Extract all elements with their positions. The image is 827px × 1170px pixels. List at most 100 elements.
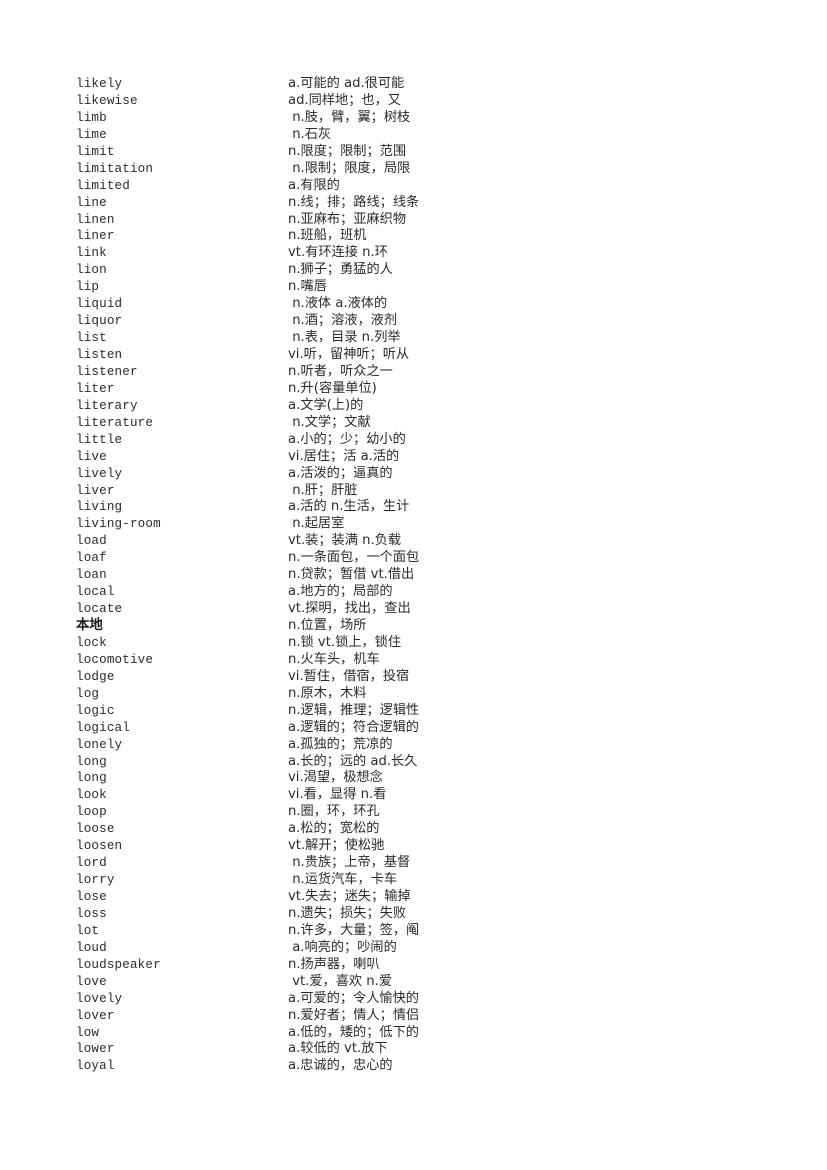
entry-term: lime [76, 127, 107, 142]
entry-term: loan [76, 568, 107, 583]
entry-term: loop [76, 805, 107, 820]
entry-term: lord [76, 856, 107, 871]
entry-term: log [76, 686, 100, 701]
entry-definition: a.忠诚的，忠心的 [288, 1058, 393, 1074]
entry-term: link [76, 246, 107, 261]
entry-definition: n.限制；限度，局限 [288, 160, 411, 176]
vocabulary-row: load vt.装；装满 n.负载 [76, 533, 766, 550]
entry-definition: vi.听，留神听；听从 [288, 347, 410, 362]
vocabulary-row: long a.长的；远的 ad.长久 [76, 754, 766, 771]
entry-definition: n.位置，场所 [288, 618, 367, 633]
entry-definition: n.起居室 [288, 516, 345, 532]
vocabulary-row: log n.原木，木料 [76, 686, 766, 703]
entry-definition: n.班船，班机 [288, 228, 367, 244]
vocabulary-row: logic n.逻辑，推理；逻辑性 [76, 703, 766, 720]
entry-definition: n.遗失；损失；失败 [288, 905, 407, 921]
entry-definition: n.扬声器，喇叭 [288, 956, 380, 972]
entry-definition: n.线；排；路线；线条 [288, 194, 420, 210]
vocabulary-row: line n.线；排；路线；线条 [76, 195, 766, 212]
entry-term: loaf [76, 551, 107, 566]
entry-definition: vt.解开；使松驰 [288, 838, 385, 854]
entry-term: lonely [76, 737, 123, 752]
entry-term: liquid [76, 297, 123, 312]
entry-definition: vi.看，显得 n.看 [288, 787, 387, 803]
entry-definition: a.较低的 vt.放下 [288, 1041, 388, 1057]
vocabulary-row: long vi.渴望，极想念 [76, 770, 766, 787]
vocabulary-row: logical a.逻辑的；符合逻辑的 [76, 720, 766, 737]
entry-term: live [76, 449, 107, 464]
entry-term: load [76, 534, 107, 549]
entry-definition: ad.同样地；也，又 [288, 92, 401, 108]
entry-definition: n.圈，环，环孔 [288, 804, 380, 820]
entry-term: linen [76, 212, 115, 227]
entry-definition: n.石灰 [288, 126, 332, 142]
entry-definition: n.运货汽车，卡车 [288, 872, 398, 888]
vocabulary-row: lord n.贵族；上帝，基督 [76, 855, 766, 872]
vocabulary-row: link vt.有环连接 n.环 [76, 245, 766, 262]
entry-term: lively [76, 466, 123, 481]
entry-term: logic [76, 703, 115, 718]
entry-term: lower [76, 1042, 115, 1057]
vocabulary-row: list n.表，目录 n.列举 [76, 330, 766, 347]
entry-definition: a.低的，矮的；低下的 [288, 1024, 419, 1040]
entry-definition: n.表，目录 n.列举 [288, 330, 401, 346]
vocabulary-row: loss n.遗失；损失；失败 [76, 906, 766, 923]
entry-term: likely [76, 77, 123, 91]
vocabulary-row: liquid n.液体 a.液体的 [76, 296, 766, 313]
entry-definition: n.液体 a.液体的 [288, 296, 388, 312]
vocabulary-row: literature n.文学；文献 [76, 415, 766, 432]
entry-definition: vt.爱，喜欢 n.爱 [288, 973, 393, 989]
entry-definition: n.贵族；上帝，基督 [288, 855, 411, 871]
entry-term: liquor [76, 314, 123, 329]
vocabulary-row: lip n.嘴唇 [76, 279, 766, 296]
entry-term: locate [76, 602, 123, 617]
entry-term: long [76, 754, 107, 769]
vocabulary-row: lose vt.失去；迷失；输掉 [76, 889, 766, 906]
entry-term: lock [76, 635, 107, 650]
entry-definition: n.许多，大量；签，阄 [288, 922, 420, 938]
entry-definition: n.逻辑，推理；逻辑性 [288, 702, 420, 718]
entry-term: listener [76, 364, 138, 379]
entry-term: lot [76, 923, 100, 938]
vocabulary-row: liter n.升(容量单位) [76, 381, 766, 398]
entry-definition: vt.装；装满 n.负载 [288, 533, 402, 549]
entry-definition: a.逻辑的；符合逻辑的 [288, 719, 419, 735]
entry-term: lover [76, 1008, 115, 1023]
entry-term: look [76, 788, 107, 803]
vocabulary-entry-list: likely a.可能的 ad.很可能 likewise ad.同样地；也，又 limb… [76, 76, 766, 1075]
entry-term: listen [76, 348, 123, 362]
entry-definition: a.响亮的；吵闹的 [288, 939, 397, 955]
vocabulary-row: loose a.松的；宽松的 [76, 821, 766, 838]
entry-definition: vt.失去；迷失；输掉 [288, 889, 411, 904]
entry-definition: a.小的；少；幼小的 [288, 431, 406, 447]
entry-term: likewise [76, 93, 138, 108]
entry-term: liver [76, 483, 115, 498]
vocabulary-row: loosen vt.解开；使松驰 [76, 838, 766, 855]
entry-definition: n.贷款；暂借 vt.借出 [288, 567, 415, 583]
vocabulary-row: literary a.文学(上)的 [76, 398, 766, 415]
vocabulary-row: look vi.看，显得 n.看 [76, 787, 766, 804]
entry-definition: n.狮子；勇猛的人 [288, 262, 393, 278]
vocabulary-row: likely a.可能的 ad.很可能 [76, 76, 766, 93]
entry-definition: n.肢，臂，翼；树枝 [288, 109, 411, 125]
entry-term: literary [76, 398, 138, 413]
entry-term: loss [76, 906, 107, 921]
vocabulary-row: listener n.听者，听众之一 [76, 364, 766, 381]
vocabulary-row: loudspeaker n.扬声器，喇叭 [76, 957, 766, 974]
entry-definition: n.原木，木料 [288, 685, 367, 701]
vocabulary-row: low a.低的，矮的；低下的 [76, 1025, 766, 1042]
vocabulary-row: live vi.居住；活 a.活的 [76, 449, 766, 466]
vocabulary-row: love vt.爱，喜欢 n.爱 [76, 974, 766, 991]
entry-term: liter [76, 381, 115, 396]
entry-term: loosen [76, 839, 123, 854]
entry-term: literature [76, 415, 154, 430]
entry-definition: a.有限的 [288, 177, 340, 193]
vocabulary-row: limitation n.限制；限度，局限 [76, 161, 766, 178]
entry-term: limb [76, 110, 107, 125]
entry-term: limited [76, 178, 130, 193]
entry-definition: n.爱好者；情人；情侣 [288, 1007, 420, 1023]
entry-definition: n.嘴唇 [288, 279, 327, 295]
entry-definition: vi.渴望，极想念 [288, 770, 383, 786]
entry-definition: n.酒；溶液，液剂 [288, 313, 398, 329]
entry-term: loose [76, 822, 115, 837]
